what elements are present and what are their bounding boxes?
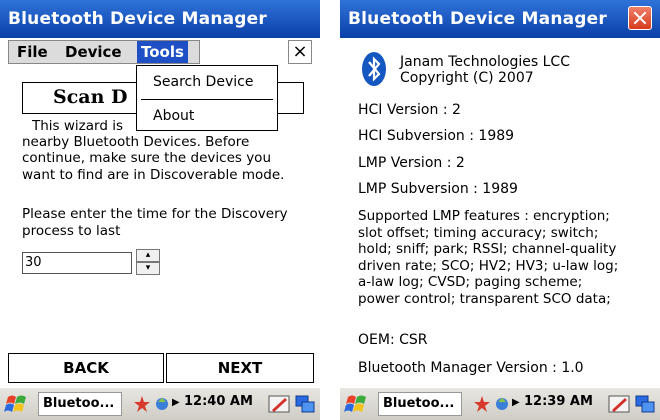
windows-switch-icon[interactable] [634,394,656,414]
company-name: Janam Technologies LCC [400,54,570,70]
menu-item-search-device[interactable]: Search Device [153,74,253,90]
window-title: Bluetooth Device Manager [8,9,267,29]
back-button[interactable]: BACK [8,353,164,383]
menu-strip: File Device Tools [8,40,200,64]
manager-version: Bluetooth Manager Version : 1.0 [358,360,584,376]
close-button[interactable] [628,6,652,30]
windows-switch-icon[interactable] [294,394,316,414]
menu-bar: File Device Tools × [0,38,320,68]
menu-tools[interactable]: Tools [137,41,188,63]
title-bar: Bluetooth Device Manager [0,0,320,38]
tray-arrow-icon[interactable]: ▶ [172,397,180,408]
scan-header-label: Scan D [53,86,128,108]
start-windows-icon[interactable] [344,393,370,415]
features-line: power control; transparent SCO data; [358,290,611,307]
menu-item-about[interactable]: About [153,108,194,124]
menu-file[interactable]: File [13,41,52,63]
prompt-text-line: process to last [22,223,121,239]
intro-text-line: continue, make sure the devices you [22,150,271,166]
start-windows-icon[interactable] [4,393,30,415]
tools-dropdown: Search Device About [136,65,278,131]
clock[interactable]: 12:40 AM [184,394,253,409]
title-bar: Bluetooth Device Manager [340,0,660,38]
oem-text: OEM: CSR [358,332,428,348]
intro-text-line: This wizard is [32,118,123,134]
next-button[interactable]: NEXT [166,353,314,383]
features-line: a-law log; CVSD; paging scheme; [358,274,583,290]
features-line: Supported LMP features : encryption; [358,208,610,224]
speaker-icon[interactable] [494,394,510,414]
window-title: Bluetooth Device Manager [348,9,607,29]
menu-separator [141,99,273,100]
input-panel-icon[interactable] [608,394,630,414]
spin-down-button[interactable]: ▾ [136,262,160,275]
menu-device[interactable]: Device [61,41,126,63]
taskbar-app-button[interactable]: Bluetoo... [38,392,122,416]
scan-wizard-screen: Bluetooth Device Manager File Device Too… [0,0,320,420]
taskbar-app-button[interactable]: Bluetoo... [378,392,462,416]
features-line: hold; sniff; park; RSSI; channel-quality [358,241,617,257]
features-line: slot offset; timing accuracy; switch; [358,224,599,241]
lmp-subversion: LMP Subversion : 1989 [358,181,518,197]
connectivity-icon[interactable] [472,394,492,414]
speaker-icon[interactable] [154,394,170,414]
intro-text-line: nearby Bluetooth Devices. Before [22,134,250,150]
hci-version: HCI Version : 2 [358,102,461,118]
lmp-features: Supported LMP features : encryption; slo… [358,208,648,307]
discovery-time-input[interactable]: 30 [22,252,132,274]
lmp-version: LMP Version : 2 [358,155,465,171]
tray-arrow-icon[interactable]: ▶ [512,397,520,408]
copyright-text: Copyright (C) 2007 [400,70,534,86]
about-screen: Bluetooth Device Manager Janam Technolog… [340,0,660,420]
hci-subversion: HCI Subversion : 1989 [358,128,515,144]
bluetooth-icon [362,52,386,86]
taskbar: Bluetoo... ▶ 12:39 AM [340,388,660,420]
clock[interactable]: 12:39 AM [524,394,593,409]
prompt-text-line: Please enter the time for the Discovery [22,206,288,222]
close-button[interactable]: × [288,40,312,64]
intro-text-line: want to find are in Discoverable mode. [22,167,285,183]
connectivity-icon[interactable] [132,394,152,414]
features-line: driven rate; SCO; HV2; HV3; u-law log; [358,257,619,274]
taskbar: Bluetoo... ▶ 12:40 AM [0,388,320,420]
spin-up-button[interactable]: ▴ [136,249,160,262]
input-panel-icon[interactable] [268,394,290,414]
